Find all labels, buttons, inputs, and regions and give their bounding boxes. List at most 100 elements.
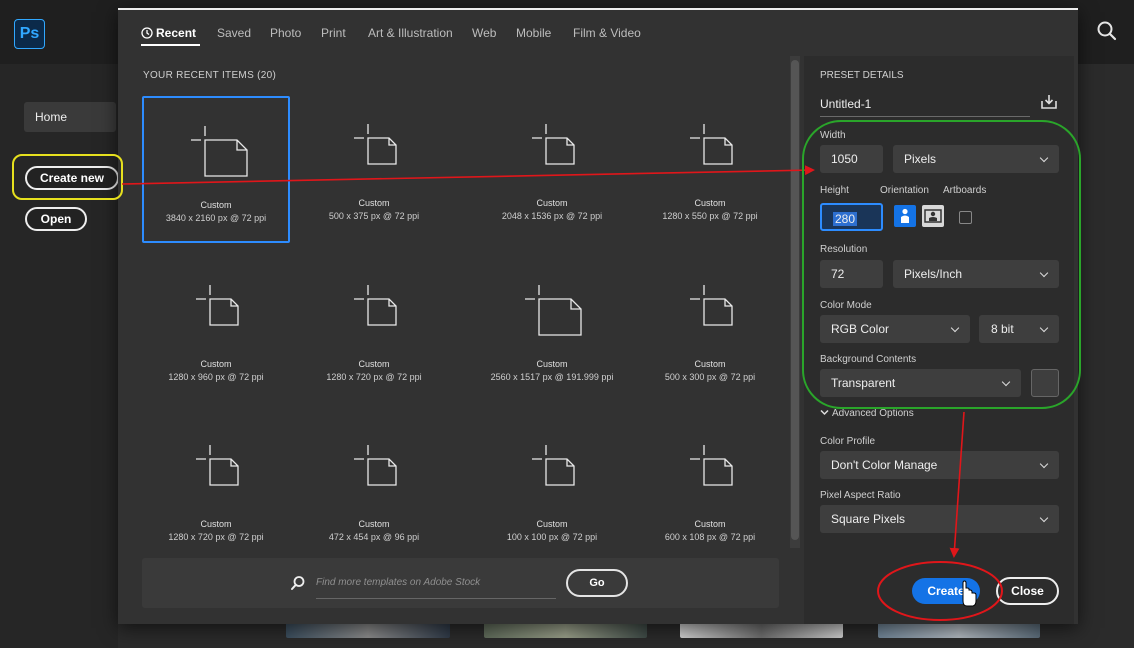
recent-item-size: 1280 x 720 px @ 72 ppi bbox=[168, 532, 264, 542]
dialog-top-edge bbox=[118, 8, 1078, 10]
background-contents-select[interactable]: Transparent bbox=[820, 369, 1021, 397]
left-navigation bbox=[0, 64, 118, 648]
scrollbar-thumb[interactable] bbox=[791, 60, 799, 540]
recent-item-name: Custom bbox=[536, 519, 568, 529]
height-value: 280 bbox=[833, 212, 858, 226]
color-mode-select[interactable]: RGB Color bbox=[820, 315, 970, 343]
recent-item-tile[interactable]: Custom 1280 x 550 px @ 72 ppi bbox=[636, 96, 784, 243]
tab-art-illustration[interactable]: Art & Illustration bbox=[368, 26, 453, 40]
recent-item-name: Custom bbox=[200, 519, 232, 529]
tab-label: Recent bbox=[156, 26, 197, 40]
recent-item-name: Custom bbox=[358, 198, 390, 208]
pixel-aspect-ratio-label: Pixel Aspect Ratio bbox=[820, 490, 901, 501]
go-button[interactable]: Go bbox=[566, 569, 628, 597]
document-preset-icon bbox=[196, 285, 239, 326]
width-unit-select[interactable]: Pixels bbox=[893, 145, 1059, 173]
bit-depth-select[interactable]: 8 bit bbox=[979, 315, 1059, 343]
recent-items-grid: Custom 3840 x 2160 px @ 72 ppi Custom 500 x… bbox=[130, 56, 786, 556]
recent-item-tile[interactable]: Custom 500 x 375 px @ 72 ppi bbox=[300, 96, 448, 243]
color-profile-select[interactable]: Don't Color Manage bbox=[820, 451, 1059, 479]
document-preset-icon bbox=[196, 445, 239, 486]
resolution-unit-select[interactable]: Pixels/Inch bbox=[893, 260, 1059, 288]
tab-saved[interactable]: Saved bbox=[217, 26, 251, 40]
search-icon[interactable] bbox=[1094, 18, 1120, 44]
recent-item-tile[interactable]: Custom 500 x 300 px @ 72 ppi bbox=[636, 257, 784, 404]
tab-web[interactable]: Web bbox=[472, 26, 496, 40]
recent-item-size: 472 x 454 px @ 96 ppi bbox=[328, 532, 420, 542]
artboards-label: Artboards bbox=[943, 185, 987, 196]
recent-item-size: 500 x 375 px @ 72 ppi bbox=[328, 211, 420, 221]
portrait-orientation-icon[interactable] bbox=[894, 205, 916, 227]
recent-item-tile[interactable]: Custom 1280 x 960 px @ 72 ppi bbox=[142, 257, 290, 404]
recent-item-name: Custom bbox=[200, 200, 232, 210]
create-button[interactable]: Create bbox=[912, 578, 980, 604]
recent-item-size: 3840 x 2160 px @ 72 ppi bbox=[165, 213, 267, 223]
recent-item-size: 2048 x 1536 px @ 72 ppi bbox=[501, 211, 603, 221]
document-preset-icon bbox=[690, 445, 733, 486]
resolution-input[interactable]: 72 bbox=[820, 260, 883, 288]
tab-mobile[interactable]: Mobile bbox=[516, 26, 551, 40]
recent-item-tile[interactable]: Custom 100 x 100 px @ 72 ppi bbox=[478, 417, 626, 564]
clock-icon bbox=[141, 27, 153, 39]
recent-item-name: Custom bbox=[536, 359, 568, 369]
document-preset-icon bbox=[532, 445, 575, 486]
width-input[interactable]: 1050 bbox=[820, 145, 883, 173]
document-preset-icon bbox=[354, 285, 397, 326]
pixel-aspect-ratio-select[interactable]: Square Pixels bbox=[820, 505, 1059, 533]
home-nav-item[interactable]: Home bbox=[24, 102, 116, 132]
height-label: Height bbox=[820, 185, 849, 196]
document-name-input[interactable]: Untitled-1 bbox=[820, 92, 1030, 117]
preset-details-heading: PRESET DETAILS bbox=[820, 70, 904, 81]
advanced-options-toggle[interactable]: Advanced Options bbox=[820, 408, 914, 419]
recent-item-size: 600 x 108 px @ 72 ppi bbox=[664, 532, 756, 542]
chevron-down-icon bbox=[820, 409, 829, 416]
document-preset-icon bbox=[525, 285, 582, 336]
create-new-button[interactable]: Create new bbox=[25, 166, 119, 190]
height-input[interactable]: 280 bbox=[820, 203, 883, 231]
active-tab-indicator bbox=[141, 44, 200, 46]
recent-item-name: Custom bbox=[536, 198, 568, 208]
recent-item-tile[interactable]: Custom 2560 x 1517 px @ 191.999 ppi bbox=[478, 257, 626, 404]
document-preset-icon bbox=[690, 124, 733, 165]
resolution-label: Resolution bbox=[820, 244, 868, 255]
recent-item-size: 2560 x 1517 px @ 191.999 ppi bbox=[490, 372, 614, 382]
recent-item-size: 500 x 300 px @ 72 ppi bbox=[664, 372, 756, 382]
background-color-swatch[interactable] bbox=[1031, 369, 1059, 397]
background-contents-label: Background Contents bbox=[820, 354, 917, 365]
recent-item-name: Custom bbox=[358, 359, 390, 369]
search-icon bbox=[291, 576, 305, 590]
color-profile-label: Color Profile bbox=[820, 436, 876, 447]
photoshop-logo: Ps bbox=[14, 19, 45, 49]
tab-photo[interactable]: Photo bbox=[270, 26, 301, 40]
preset-tabs: Recent Saved Photo Print Art & Illustrat… bbox=[118, 14, 790, 54]
save-preset-icon[interactable] bbox=[1040, 93, 1058, 110]
recent-item-size: 100 x 100 px @ 72 ppi bbox=[506, 532, 598, 542]
artboards-checkbox[interactable] bbox=[959, 211, 972, 224]
recent-item-name: Custom bbox=[694, 519, 726, 529]
recent-item-tile[interactable]: Custom 1280 x 720 px @ 72 ppi bbox=[300, 257, 448, 404]
width-label: Width bbox=[820, 130, 846, 141]
document-preset-icon bbox=[532, 124, 575, 165]
recent-item-tile[interactable]: Custom 472 x 454 px @ 96 ppi bbox=[300, 417, 448, 564]
recent-item-name: Custom bbox=[694, 359, 726, 369]
recent-item-name: Custom bbox=[694, 198, 726, 208]
recent-item-tile[interactable]: Custom 3840 x 2160 px @ 72 ppi bbox=[142, 96, 290, 243]
tab-print[interactable]: Print bbox=[321, 26, 346, 40]
recent-item-tile[interactable]: Custom 600 x 108 px @ 72 ppi bbox=[636, 417, 784, 564]
recent-item-tile[interactable]: Custom 1280 x 720 px @ 72 ppi bbox=[142, 417, 290, 564]
orientation-label: Orientation bbox=[880, 185, 929, 196]
recent-item-size: 1280 x 960 px @ 72 ppi bbox=[168, 372, 264, 382]
document-preset-icon bbox=[354, 445, 397, 486]
open-button[interactable]: Open bbox=[25, 207, 87, 231]
tab-recent[interactable]: Recent bbox=[141, 26, 196, 40]
recent-item-tile[interactable]: Custom 2048 x 1536 px @ 72 ppi bbox=[478, 96, 626, 243]
recent-item-size: 1280 x 550 px @ 72 ppi bbox=[662, 211, 758, 221]
document-preset-icon bbox=[191, 126, 248, 177]
landscape-orientation-icon[interactable] bbox=[922, 205, 944, 227]
tab-film-video[interactable]: Film & Video bbox=[573, 26, 641, 40]
color-mode-label: Color Mode bbox=[820, 300, 872, 311]
stock-search-input[interactable]: Find more templates on Adobe Stock bbox=[316, 568, 556, 599]
advanced-options-label: Advanced Options bbox=[832, 408, 914, 419]
close-button[interactable]: Close bbox=[996, 577, 1059, 605]
document-preset-icon bbox=[354, 124, 397, 165]
